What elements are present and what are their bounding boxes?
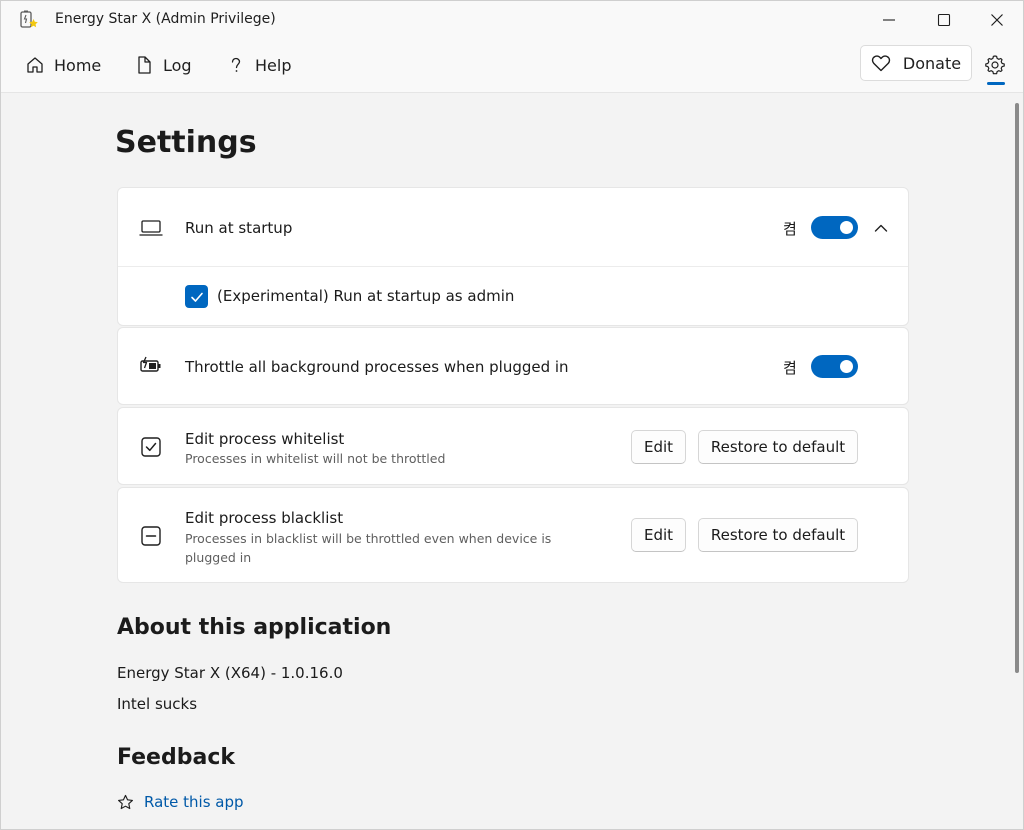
page-title: Settings xyxy=(115,125,257,160)
navigation-bar: Home Log Help Donate xyxy=(1,39,1023,93)
about-title: About this application xyxy=(117,615,392,640)
nav-home[interactable]: Home xyxy=(25,51,101,79)
settings-nav-button[interactable] xyxy=(983,53,1007,77)
throttle-toggle[interactable] xyxy=(811,355,858,378)
nav-home-label: Home xyxy=(54,55,102,75)
active-tab-indicator xyxy=(987,82,1005,85)
whitelist-restore-button[interactable]: Restore to default xyxy=(698,430,858,464)
question-mark-icon xyxy=(231,57,241,72)
throttle-label: Throttle all background processes when p… xyxy=(185,358,569,376)
whitelist-card: Edit process whitelist Processes in whit… xyxy=(117,407,909,485)
maximize-button[interactable] xyxy=(918,1,970,39)
battery-charging-icon xyxy=(138,353,164,379)
whitelist-edit-button[interactable]: Edit xyxy=(631,430,686,464)
heart-icon xyxy=(871,55,891,72)
run-at-startup-header[interactable]: Run at startup 켬 xyxy=(118,188,908,266)
app-version: Energy Star X (X64) - 1.0.16.0 xyxy=(117,664,343,682)
settings-page: Settings Run at startup 켬 (Experimental)… xyxy=(1,93,1023,829)
donate-button[interactable]: Donate xyxy=(860,45,972,81)
run-as-admin-checkbox[interactable] xyxy=(185,285,208,308)
run-as-admin-label: (Experimental) Run at startup as admin xyxy=(217,287,515,305)
chevron-up-icon[interactable] xyxy=(873,220,889,236)
nav-log[interactable]: Log xyxy=(134,51,192,79)
document-icon xyxy=(138,56,151,74)
title-bar[interactable]: Energy Star X (Admin Privilege) xyxy=(1,1,1023,39)
rate-app-label: Rate this app xyxy=(144,793,244,811)
run-at-startup-card: Run at startup 켬 (Experimental) Run at s… xyxy=(117,187,909,326)
gear-icon xyxy=(985,55,1005,75)
app-logo-icon xyxy=(19,10,39,30)
blacklist-label: Edit process blacklist xyxy=(185,509,344,527)
toggle-knob xyxy=(840,221,853,234)
checkbox-checked-icon xyxy=(138,434,164,460)
minimize-icon xyxy=(883,19,895,21)
throttle-state: 켬 xyxy=(783,359,797,377)
close-icon xyxy=(991,14,1003,26)
feedback-title: Feedback xyxy=(117,745,235,770)
toggle-knob xyxy=(840,360,853,373)
whitelist-label: Edit process whitelist xyxy=(185,430,345,448)
laptop-icon xyxy=(138,215,164,241)
donate-label: Donate xyxy=(902,53,962,73)
maximize-icon xyxy=(937,13,951,27)
close-button[interactable] xyxy=(971,1,1023,39)
rate-app-link[interactable]: Rate this app xyxy=(117,793,244,811)
window-title: Energy Star X (Admin Privilege) xyxy=(55,11,276,27)
home-icon xyxy=(27,57,43,73)
blacklist-card: Edit process blacklist Processes in blac… xyxy=(117,487,909,583)
blacklist-restore-button[interactable]: Restore to default xyxy=(698,518,858,552)
run-at-startup-state: 켬 xyxy=(783,220,797,238)
whitelist-description: Processes in whitelist will not be throt… xyxy=(185,451,446,466)
blacklist-edit-button[interactable]: Edit xyxy=(631,518,686,552)
nav-help-label: Help xyxy=(255,55,292,75)
app-window: Energy Star X (Admin Privilege) Home Log xyxy=(0,0,1024,830)
vertical-scrollbar[interactable] xyxy=(1015,103,1019,673)
minimize-button[interactable] xyxy=(863,1,915,39)
checkmark-icon xyxy=(190,292,203,302)
run-at-startup-label: Run at startup xyxy=(185,219,293,237)
checkbox-indeterminate-icon xyxy=(138,523,164,549)
nav-help[interactable]: Help xyxy=(226,51,291,79)
nav-log-label: Log xyxy=(163,55,192,75)
run-as-admin-row: (Experimental) Run at startup as admin xyxy=(118,267,908,327)
run-at-startup-toggle[interactable] xyxy=(811,216,858,239)
throttle-card: Throttle all background processes when p… xyxy=(117,327,909,405)
blacklist-description: Processes in blacklist will be throttled… xyxy=(185,531,552,565)
star-icon xyxy=(118,794,133,809)
app-tagline: Intel sucks xyxy=(117,695,198,713)
